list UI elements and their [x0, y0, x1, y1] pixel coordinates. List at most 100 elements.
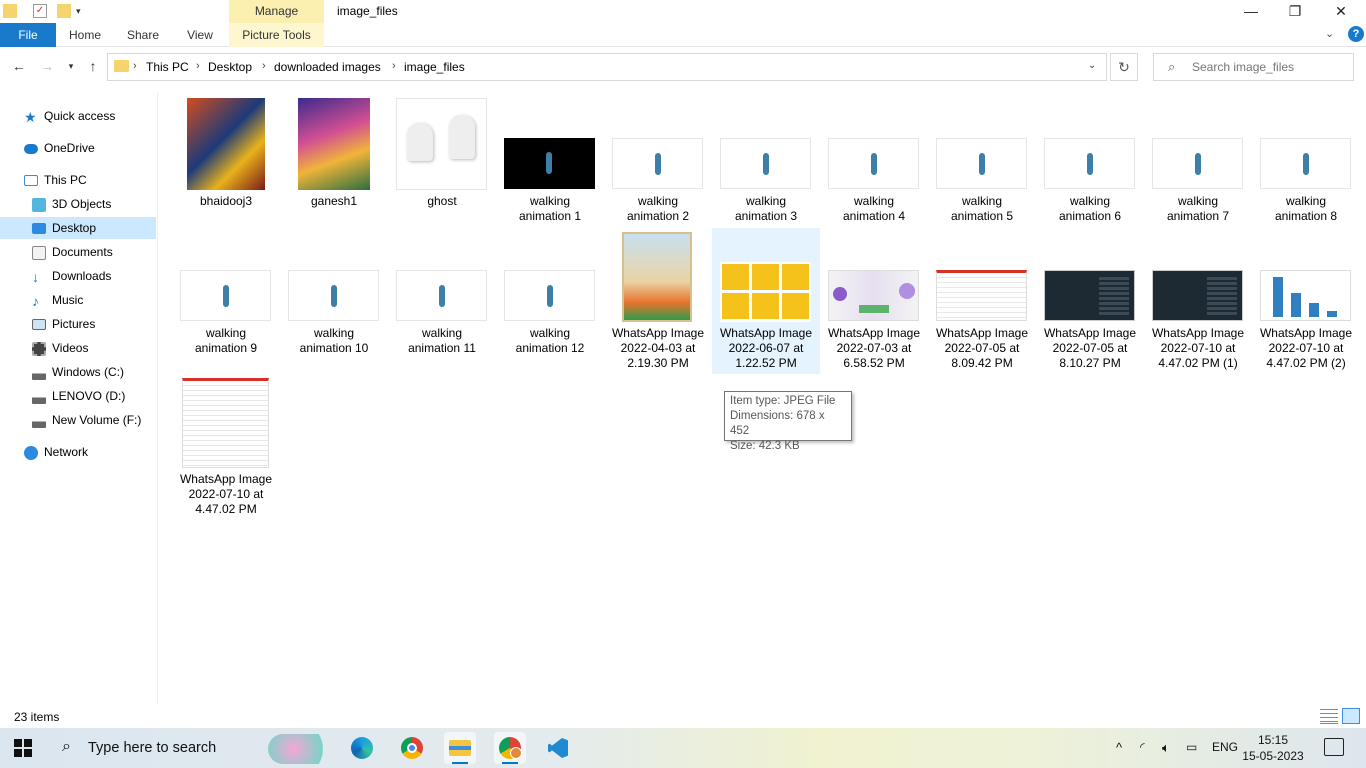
tab-file[interactable]: File — [0, 23, 56, 47]
file-item[interactable]: WhatsApp Image 2022-04-03 at 2.19.30 PM — [604, 228, 712, 374]
file-item[interactable]: WhatsApp Image 2022-07-10 at 4.47.02 PM (1… — [1144, 228, 1252, 374]
file-item[interactable]: walking animation 3 — [712, 96, 820, 226]
file-item[interactable]: walking animation 5 — [928, 96, 1036, 226]
nav-quick-access[interactable]: ★ Quick access — [24, 105, 115, 127]
nav-documents[interactable]: Documents — [32, 241, 113, 263]
nav-videos[interactable]: Videos — [32, 337, 88, 359]
search-box[interactable]: ⌕ — [1153, 53, 1354, 81]
details-view-icon[interactable] — [1320, 708, 1338, 724]
volume-icon[interactable]: 🔈︎ — [1162, 740, 1170, 756]
nav-drive-c[interactable]: Windows (C:) — [32, 361, 124, 383]
file-item[interactable]: walking animation 11 — [388, 228, 496, 358]
help-icon[interactable]: ? — [1348, 26, 1364, 42]
breadcrumb-desktop[interactable]: Desktop — [208, 60, 252, 74]
windows-start-icon[interactable] — [14, 739, 32, 757]
search-icon: ⌕ — [62, 738, 71, 755]
tab-home[interactable]: Home — [62, 23, 108, 47]
breadcrumb-separator[interactable]: › — [196, 60, 200, 72]
file-item[interactable]: WhatsApp Image 2022-07-10 at 4.47.02 PM — [172, 376, 280, 518]
tab-picture-tools[interactable]: Picture Tools — [229, 23, 324, 47]
file-item[interactable]: ganesh1 — [280, 96, 388, 216]
properties-icon[interactable]: ✓ — [33, 4, 47, 18]
tab-view[interactable]: View — [177, 23, 223, 47]
cloud-icon — [24, 143, 38, 154]
file-name: walking animation 1 — [518, 194, 582, 223]
nav-drive-d[interactable]: LENOVO (D:) — [32, 385, 125, 407]
nav-3d-objects[interactable]: 3D Objects — [32, 193, 111, 215]
ribbon-tabs: File Home Share View Picture Tools ⌄ ? — [0, 23, 1366, 47]
large-icons-view-icon[interactable] — [1342, 708, 1360, 724]
file-item[interactable]: walking animation 7 — [1144, 96, 1252, 226]
file-item[interactable]: ghost — [388, 96, 496, 216]
chrome-browser-icon[interactable] — [396, 732, 428, 764]
address-bar[interactable]: › This PC › Desktop › downloaded images … — [107, 53, 1107, 81]
file-item-hovered[interactable]: WhatsApp Image 2022-06-07 at 1.22.52 PM — [712, 228, 820, 374]
file-item[interactable]: bhaidooj3 — [172, 96, 280, 216]
nav-downloads[interactable]: ↓ Downloads — [32, 265, 111, 287]
file-name: walking animation 3 — [734, 194, 798, 223]
breadcrumb-image-files[interactable]: image_files — [404, 60, 465, 74]
recent-locations-chevron-icon[interactable]: ▾ — [62, 57, 80, 75]
file-item[interactable]: walking animation 2 — [604, 96, 712, 226]
manage-tab[interactable]: Manage — [229, 0, 324, 23]
nav-label: 3D Objects — [52, 197, 112, 211]
nav-pictures[interactable]: Pictures — [32, 313, 95, 335]
chrome-profile-icon[interactable] — [494, 732, 526, 764]
up-arrow-icon[interactable]: ↑ — [84, 57, 102, 75]
file-name: walking animation 9 — [194, 326, 258, 355]
chevron-down-icon[interactable]: ⌄ — [1325, 27, 1339, 41]
file-item[interactable]: WhatsApp Image 2022-07-03 at 6.58.52 PM — [820, 228, 928, 374]
language-indicator[interactable]: ENG — [1212, 740, 1238, 754]
search-input[interactable] — [1192, 59, 1342, 75]
file-item[interactable]: WhatsApp Image 2022-07-10 at 4.47.02 PM (2… — [1252, 228, 1360, 374]
breadcrumb-this-pc[interactable]: This PC — [146, 60, 189, 74]
address-dropdown-icon[interactable]: ⌄ — [1088, 60, 1096, 71]
notification-icon[interactable] — [1324, 738, 1344, 756]
thumbnail-image — [1044, 270, 1135, 321]
nav-label: Downloads — [52, 269, 112, 283]
file-item[interactable]: walking animation 8 — [1252, 96, 1360, 226]
nav-onedrive[interactable]: OneDrive — [24, 137, 95, 159]
file-item[interactable]: walking animation 1 — [496, 96, 604, 226]
nav-label: LENOVO (D:) — [52, 389, 126, 403]
file-name: walking animation 4 — [842, 194, 906, 223]
nav-network[interactable]: Network — [24, 441, 88, 463]
file-name: WhatsApp Image 2022-06-07 at 1.22.52 PM — [719, 326, 813, 370]
tab-share[interactable]: Share — [120, 23, 166, 47]
file-explorer-icon[interactable] — [444, 732, 476, 764]
forward-arrow-icon[interactable]: → — [38, 57, 56, 75]
thumbnail-image — [612, 138, 703, 189]
file-item[interactable]: walking animation 9 — [172, 228, 280, 358]
thumbnail-image — [288, 270, 379, 321]
breadcrumb-downloaded-images[interactable]: downloaded images — [274, 60, 381, 74]
close-button[interactable]: ✕ — [1318, 0, 1364, 23]
file-item[interactable]: walking animation 12 — [496, 228, 604, 358]
breadcrumb-separator[interactable]: › — [133, 60, 137, 72]
file-item[interactable]: walking animation 6 — [1036, 96, 1144, 226]
nav-drive-f[interactable]: New Volume (F:) — [32, 409, 141, 431]
customize-toolbar-icon[interactable]: ▾ — [76, 4, 90, 18]
chevron-up-icon[interactable]: ^ — [1116, 740, 1122, 755]
wifi-icon[interactable]: ◜ — [1140, 740, 1145, 754]
edge-browser-icon[interactable] — [346, 732, 378, 764]
nav-music[interactable]: ♪ Music — [32, 289, 83, 311]
maximize-button[interactable]: ❐ — [1272, 0, 1318, 23]
file-item[interactable]: walking animation 10 — [280, 228, 388, 358]
breadcrumb-separator[interactable]: › — [392, 60, 396, 72]
clock[interactable]: 15:15 15-05-2023 — [1240, 732, 1306, 764]
file-item[interactable]: WhatsApp Image 2022-07-05 at 8.10.27 PM — [1036, 228, 1144, 374]
back-arrow-icon[interactable]: ← — [10, 57, 28, 75]
nav-desktop[interactable]: Desktop — [0, 217, 156, 239]
vscode-icon[interactable] — [542, 732, 574, 764]
nav-this-pc[interactable]: This PC — [24, 169, 87, 191]
minimize-button[interactable]: — — [1228, 0, 1274, 23]
new-folder-icon[interactable] — [57, 4, 71, 18]
battery-icon[interactable]: ▭ — [1186, 740, 1197, 754]
refresh-icon[interactable]: ↻ — [1110, 53, 1138, 81]
file-item[interactable]: walking animation 4 — [820, 96, 928, 226]
file-item[interactable]: WhatsApp Image 2022-07-05 at 8.09.42 PM — [928, 228, 1036, 374]
file-name: ghost — [427, 194, 457, 208]
breadcrumb-separator[interactable]: › — [262, 60, 266, 72]
pictures-icon — [32, 319, 46, 331]
taskbar-search[interactable]: ⌕ Type here to search — [48, 728, 338, 768]
